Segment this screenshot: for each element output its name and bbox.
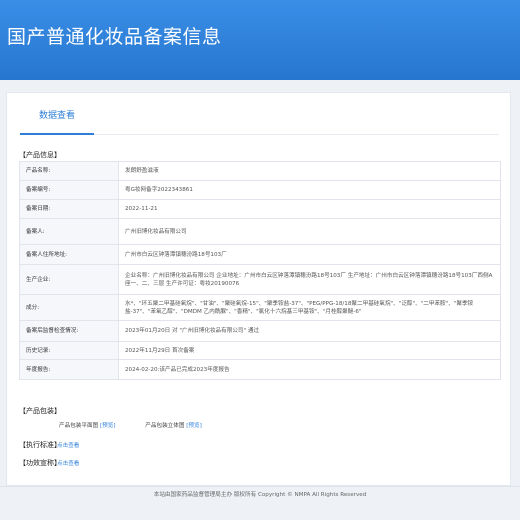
row-key: 历史记录: xyxy=(19,341,119,360)
row-value: 广州市白云区钟落潭镇穗汾路18号103厂 xyxy=(118,244,501,265)
table-row: 历史记录: 2022年11月29日 首次备案 xyxy=(19,341,501,360)
packaging-title: 【产品包装】 xyxy=(19,407,61,415)
efficacy-view-link[interactable]: 点击查看 xyxy=(57,459,79,467)
row-key: 备案日期: xyxy=(19,199,119,219)
footer-copyright: 本站由国家药品监督管理局主办 版权所有 Copyright © NMPA All… xyxy=(153,492,367,498)
row-value: 水*、"环五聚二甲基硅氧烷"、"甘油"、"聚硅氧烷-15"、"聚季铵盐-37"、… xyxy=(118,294,501,321)
footer-divider xyxy=(0,486,520,487)
tab-data-view[interactable]: 数据查看 xyxy=(20,93,94,135)
packaging-item: 产品包装立体图 [预览] xyxy=(145,421,202,429)
packaging-item-label: 产品包装立体图 xyxy=(145,423,185,429)
row-value: 发朗舒盈滋液 xyxy=(118,161,501,181)
packaging-list: 产品包装平面图 [预览] 产品包装立体图 [预览] xyxy=(59,421,230,429)
page-title: 国产普通化妆品备案信息 xyxy=(7,26,222,48)
row-value: 2023年01月20日 对 "广州旧博化妆品有限公司" 通过 xyxy=(118,320,501,342)
content-panel: 数据查看 【产品信息】 产品名称: 发朗舒盈滋液 备案编号: 粤G妆网备字202… xyxy=(6,92,511,486)
row-key: 产品名称: xyxy=(19,161,119,181)
row-key: 成分: xyxy=(19,294,119,321)
row-value: 广州旧博化妆品有限公司 xyxy=(118,218,501,245)
packaging-item-label: 产品包装平面图 xyxy=(59,423,99,429)
standard-view-link[interactable]: 点击查看 xyxy=(57,441,79,449)
tab-bar: 数据查看 xyxy=(19,93,499,135)
row-value: 粤G妆网备字2022343861 xyxy=(118,180,501,200)
product-info-table: 产品名称: 发朗舒盈滋液 备案编号: 粤G妆网备字2022343861 备案日期… xyxy=(19,161,501,380)
table-row: 成分: 水*、"环五聚二甲基硅氧烷"、"甘油"、"聚硅氧烷-15"、"聚季铵盐-… xyxy=(19,294,501,321)
preview-link[interactable]: [预览] xyxy=(100,423,116,429)
table-row: 备案人: 广州旧博化妆品有限公司 xyxy=(19,218,501,245)
row-key: 备案人: xyxy=(19,218,119,245)
table-row: 生产企业: 企业名称：广州旧博化妆品有限公司 企业地址：广州市白云区钟落潭镇穗汾… xyxy=(19,264,501,295)
page-header: 国产普通化妆品备案信息 xyxy=(0,0,520,80)
product-info-title: 【产品信息】 xyxy=(19,151,61,159)
row-value: 2022-11-21 xyxy=(118,199,501,219)
row-key: 备案后监督检查情况: xyxy=(19,320,119,342)
row-key: 年度报告: xyxy=(19,359,119,380)
row-value: 2022年11月29日 首次备案 xyxy=(118,341,501,360)
row-value: 2024-02-20:该产品已完成2023年度报告 xyxy=(118,359,501,380)
standard-title: 【执行标准】 xyxy=(19,441,61,449)
row-value: 企业名称：广州旧博化妆品有限公司 企业地址：广州市白云区钟落潭镇穗汾路18号10… xyxy=(118,264,501,295)
row-key: 备案编号: xyxy=(19,180,119,200)
table-row: 备案日期: 2022-11-21 xyxy=(19,199,501,219)
preview-link[interactable]: [预览] xyxy=(186,423,202,429)
table-row: 产品名称: 发朗舒盈滋液 xyxy=(19,161,501,181)
row-key: 生产企业: xyxy=(19,264,119,295)
table-row: 备案编号: 粤G妆网备字2022343861 xyxy=(19,180,501,200)
table-row: 年度报告: 2024-02-20:该产品已完成2023年度报告 xyxy=(19,359,501,380)
efficacy-title: 【功效宣称】 xyxy=(19,459,61,467)
packaging-item: 产品包装平面图 [预览] xyxy=(59,421,116,429)
table-row: 备案后监督检查情况: 2023年01月20日 对 "广州旧博化妆品有限公司" 通… xyxy=(19,320,501,342)
row-key: 备案人住所地址: xyxy=(19,244,119,265)
table-row: 备案人住所地址: 广州市白云区钟落潭镇穗汾路18号103厂 xyxy=(19,244,501,265)
